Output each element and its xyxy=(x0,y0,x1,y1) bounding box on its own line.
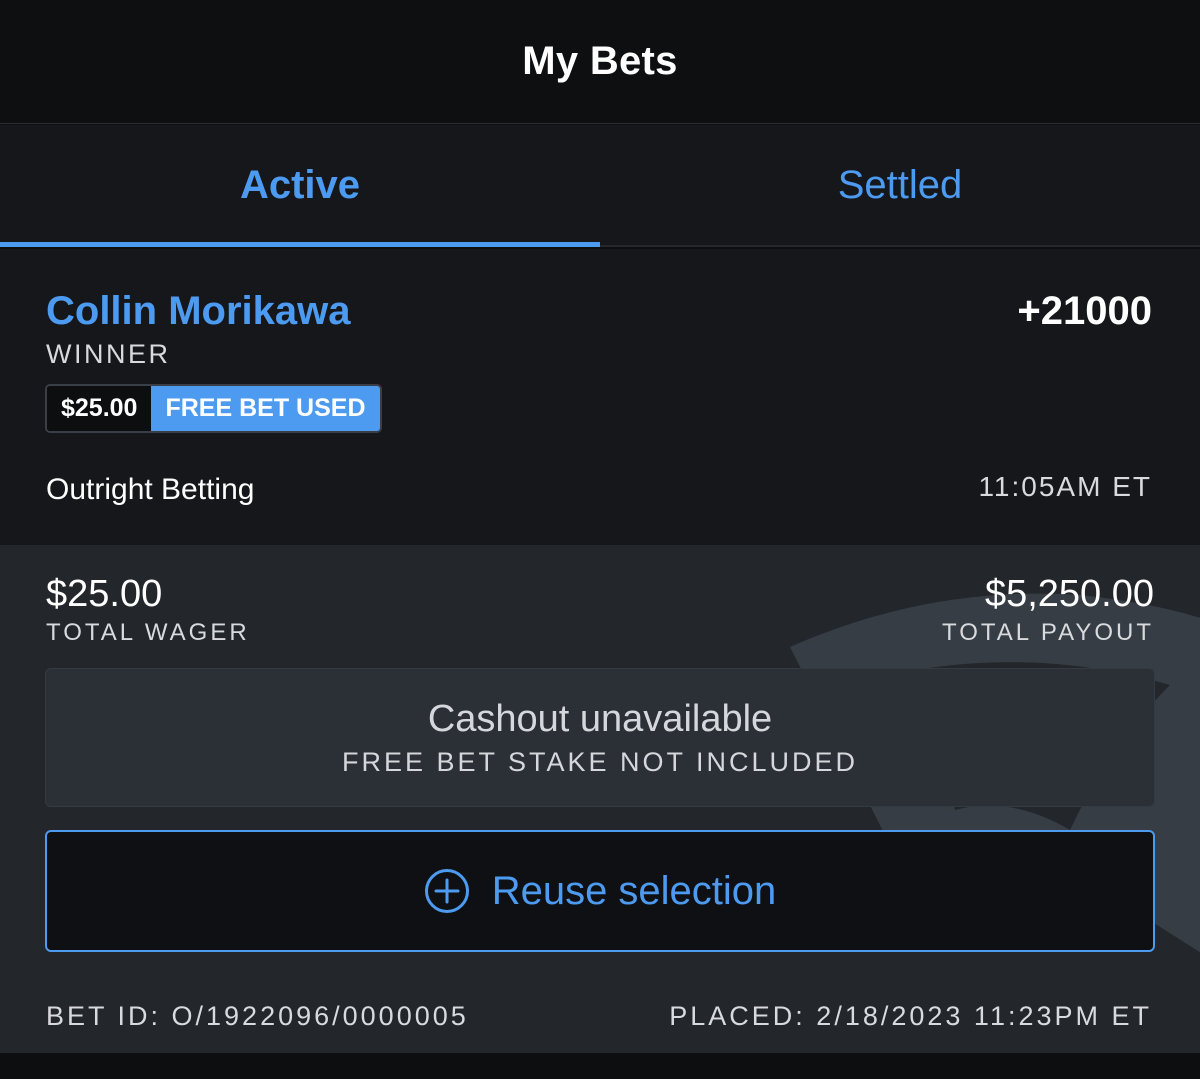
free-bet-amount: $25.00 xyxy=(47,386,152,431)
cashout-subtitle: FREE BET STAKE NOT INCLUDED xyxy=(341,746,859,777)
market-name: WINNER xyxy=(46,339,171,369)
selection-odds: +21000 xyxy=(1017,289,1152,333)
footer-bar xyxy=(0,1053,1200,1079)
tab-bar: Active Settled xyxy=(0,125,1200,247)
bet-card-header: Collin Morikawa +21000 WINNER $25.00 FRE… xyxy=(0,249,1200,545)
cashout-title: Cashout unavailable xyxy=(427,697,773,740)
plus-circle-icon xyxy=(424,868,470,914)
placed-timestamp: PLACED: 2/18/2023 11:23PM ET xyxy=(669,1001,1152,1031)
reuse-selection-label: Reuse selection xyxy=(491,868,777,913)
total-wager-value: $25.00 xyxy=(46,573,163,615)
tab-settled[interactable]: Settled xyxy=(600,125,1200,245)
cashout-unavailable-panel: Cashout unavailable FREE BET STAKE NOT I… xyxy=(45,668,1155,807)
bet-time: 11:05AM ET xyxy=(978,471,1152,502)
page-title: My Bets xyxy=(522,39,678,83)
tab-active[interactable]: Active xyxy=(0,125,600,247)
free-bet-badge: $25.00 FREE BET USED xyxy=(45,384,382,433)
selection-name: Collin Morikawa xyxy=(46,289,351,333)
bet-type: Outright Betting xyxy=(46,473,255,506)
bet-card-details: $25.00 TOTAL WAGER $5,250.00 TOTAL PAYOU… xyxy=(0,545,1200,1053)
total-payout-value: $5,250.00 xyxy=(984,573,1154,615)
total-wager-label: TOTAL WAGER xyxy=(46,619,250,646)
header-bar: My Bets xyxy=(0,0,1200,124)
free-bet-label: FREE BET USED xyxy=(151,386,380,431)
total-payout-label: TOTAL PAYOUT xyxy=(941,619,1154,646)
reuse-selection-button[interactable]: Reuse selection xyxy=(45,830,1155,952)
bet-id: BET ID: O/1922096/0000005 xyxy=(46,1001,469,1031)
